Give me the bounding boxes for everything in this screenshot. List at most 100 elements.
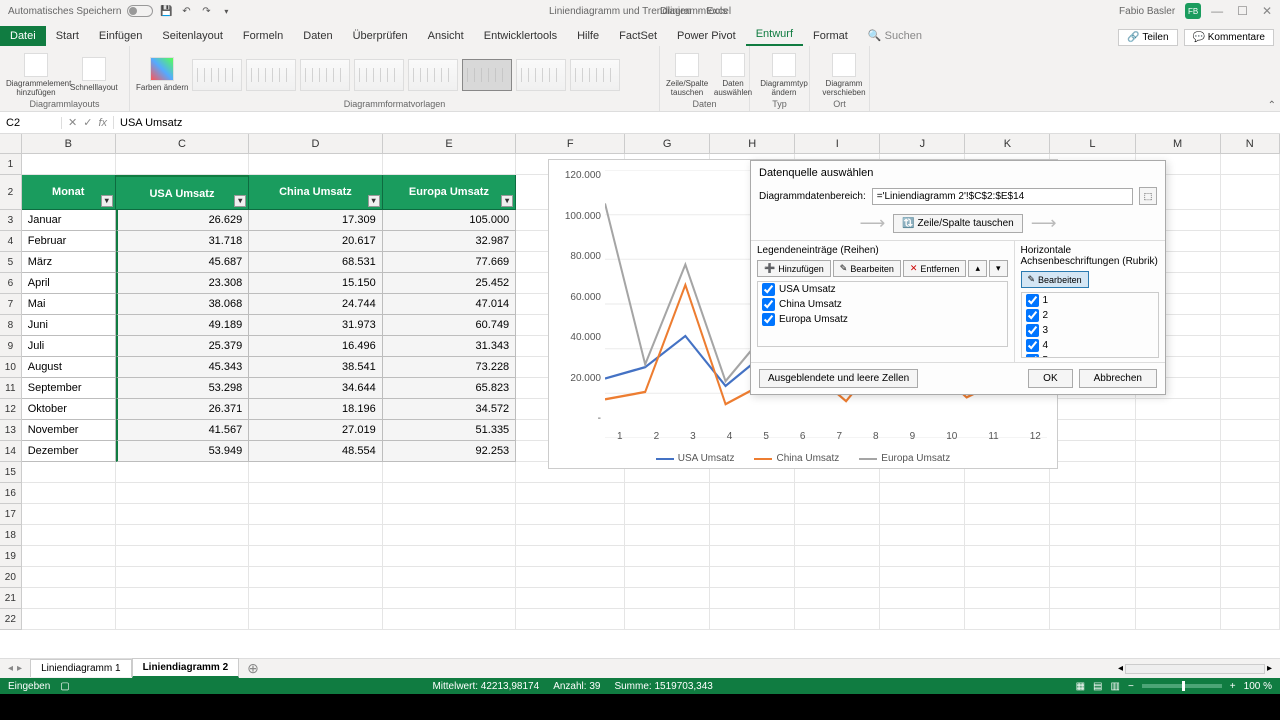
cell[interactable]: 34.644 — [249, 378, 382, 399]
cell[interactable] — [22, 154, 116, 175]
view-pagebreak-icon[interactable]: ▥ — [1111, 681, 1120, 692]
switch-row-column-button[interactable]: 🔃 Zeile/Spalte tauschen — [893, 214, 1022, 233]
cell[interactable] — [965, 609, 1050, 630]
search-box[interactable]: 🔍 Suchen — [858, 25, 932, 46]
cell[interactable] — [795, 483, 880, 504]
tab-pagelayout[interactable]: Seitenlayout — [152, 26, 233, 46]
cell[interactable]: 15.150 — [249, 273, 382, 294]
row-header-12[interactable]: 12 — [0, 399, 22, 420]
category-checkbox[interactable] — [1026, 309, 1039, 322]
cell[interactable]: 49.189 — [116, 315, 250, 336]
cell[interactable] — [625, 546, 710, 567]
cell[interactable]: 41.567 — [116, 420, 250, 441]
cell[interactable] — [116, 483, 249, 504]
cell[interactable] — [795, 504, 880, 525]
cell[interactable] — [383, 546, 516, 567]
cell[interactable]: 20.617 — [249, 231, 382, 252]
cell[interactable] — [383, 588, 516, 609]
cell[interactable] — [1050, 525, 1135, 546]
cell[interactable] — [1136, 546, 1221, 567]
cell[interactable]: 31.973 — [249, 315, 382, 336]
col-header-G[interactable]: G — [625, 134, 710, 153]
cell[interactable] — [1221, 462, 1280, 483]
enter-formula-icon[interactable]: ✓ — [83, 116, 92, 129]
cell[interactable] — [965, 525, 1050, 546]
row-header-21[interactable]: 21 — [0, 588, 22, 609]
cell[interactable] — [1221, 525, 1280, 546]
chart-style-2[interactable] — [246, 59, 296, 91]
cell[interactable]: 24.744 — [249, 294, 382, 315]
cell[interactable]: Dezember — [22, 441, 116, 462]
collapse-ribbon-icon[interactable]: ⌃ — [1268, 100, 1276, 111]
cell[interactable] — [795, 588, 880, 609]
tab-factset[interactable]: FactSet — [609, 26, 667, 46]
cell[interactable]: 73.228 — [383, 357, 516, 378]
add-series-button[interactable]: ➕Hinzufügen — [757, 260, 831, 277]
cell[interactable] — [22, 609, 116, 630]
cell[interactable] — [249, 546, 382, 567]
cell[interactable] — [625, 483, 710, 504]
series-item[interactable]: Europa Umsatz — [758, 312, 1007, 327]
cell[interactable]: 60.749 — [383, 315, 516, 336]
cell[interactable]: Juni — [22, 315, 116, 336]
category-item[interactable]: 4 — [1022, 338, 1159, 353]
row-header-14[interactable]: 14 — [0, 441, 22, 462]
cell[interactable] — [965, 567, 1050, 588]
tab-format[interactable]: Format — [803, 26, 858, 46]
cell[interactable]: 26.371 — [116, 399, 250, 420]
cell[interactable]: 34.572 — [383, 399, 516, 420]
cell[interactable] — [516, 483, 625, 504]
cell[interactable] — [249, 525, 382, 546]
cell[interactable] — [516, 588, 625, 609]
series-checkbox[interactable] — [762, 298, 775, 311]
move-chart-button[interactable]: Diagramm verschieben — [816, 53, 872, 97]
col-header-F[interactable]: F — [516, 134, 625, 153]
cell[interactable] — [22, 567, 116, 588]
col-header-C[interactable]: C — [116, 134, 250, 153]
cell[interactable] — [625, 588, 710, 609]
name-box[interactable]: C2 — [0, 117, 62, 129]
tab-file[interactable]: Datei — [0, 26, 46, 46]
formula-input[interactable]: USA Umsatz — [114, 117, 1280, 129]
cell[interactable] — [383, 525, 516, 546]
col-header-K[interactable]: K — [965, 134, 1050, 153]
cell[interactable] — [22, 504, 116, 525]
cell[interactable] — [116, 525, 249, 546]
cell[interactable] — [516, 546, 625, 567]
filter-icon[interactable]: ▾ — [501, 195, 513, 207]
category-item[interactable]: 2 — [1022, 308, 1159, 323]
cell[interactable] — [383, 483, 516, 504]
cell[interactable]: 45.687 — [116, 252, 250, 273]
cell[interactable] — [1050, 588, 1135, 609]
share-button[interactable]: 🔗 Teilen — [1118, 29, 1177, 46]
cell[interactable]: 53.949 — [116, 441, 250, 462]
cell[interactable] — [965, 588, 1050, 609]
cell[interactable]: 47.014 — [383, 294, 516, 315]
cell[interactable]: Juli — [22, 336, 116, 357]
col-header-N[interactable]: N — [1221, 134, 1280, 153]
cell[interactable]: Oktober — [22, 399, 116, 420]
cell[interactable] — [249, 609, 382, 630]
cell[interactable]: 25.379 — [116, 336, 250, 357]
cell[interactable] — [1136, 462, 1221, 483]
cell[interactable] — [710, 546, 795, 567]
row-header-16[interactable]: 16 — [0, 483, 22, 504]
tab-insert[interactable]: Einfügen — [89, 26, 152, 46]
cell[interactable] — [1221, 273, 1280, 294]
cell[interactable] — [880, 588, 965, 609]
filter-icon[interactable]: ▾ — [368, 195, 380, 207]
change-colors-button[interactable]: Farben ändern — [136, 57, 188, 92]
cell[interactable] — [116, 546, 249, 567]
cell[interactable] — [1136, 567, 1221, 588]
row-header-18[interactable]: 18 — [0, 525, 22, 546]
row-header-4[interactable]: 4 — [0, 231, 22, 252]
cell[interactable]: 38.068 — [116, 294, 250, 315]
switch-row-col-button[interactable]: Zeile/Spalte tauschen — [666, 53, 708, 97]
cell[interactable]: 68.531 — [249, 252, 382, 273]
cell[interactable] — [22, 525, 116, 546]
cell[interactable] — [516, 504, 625, 525]
cell[interactable]: 48.554 — [249, 441, 382, 462]
autosave-toggle[interactable] — [127, 5, 153, 17]
row-header-19[interactable]: 19 — [0, 546, 22, 567]
cell[interactable]: 17.309 — [249, 210, 382, 231]
